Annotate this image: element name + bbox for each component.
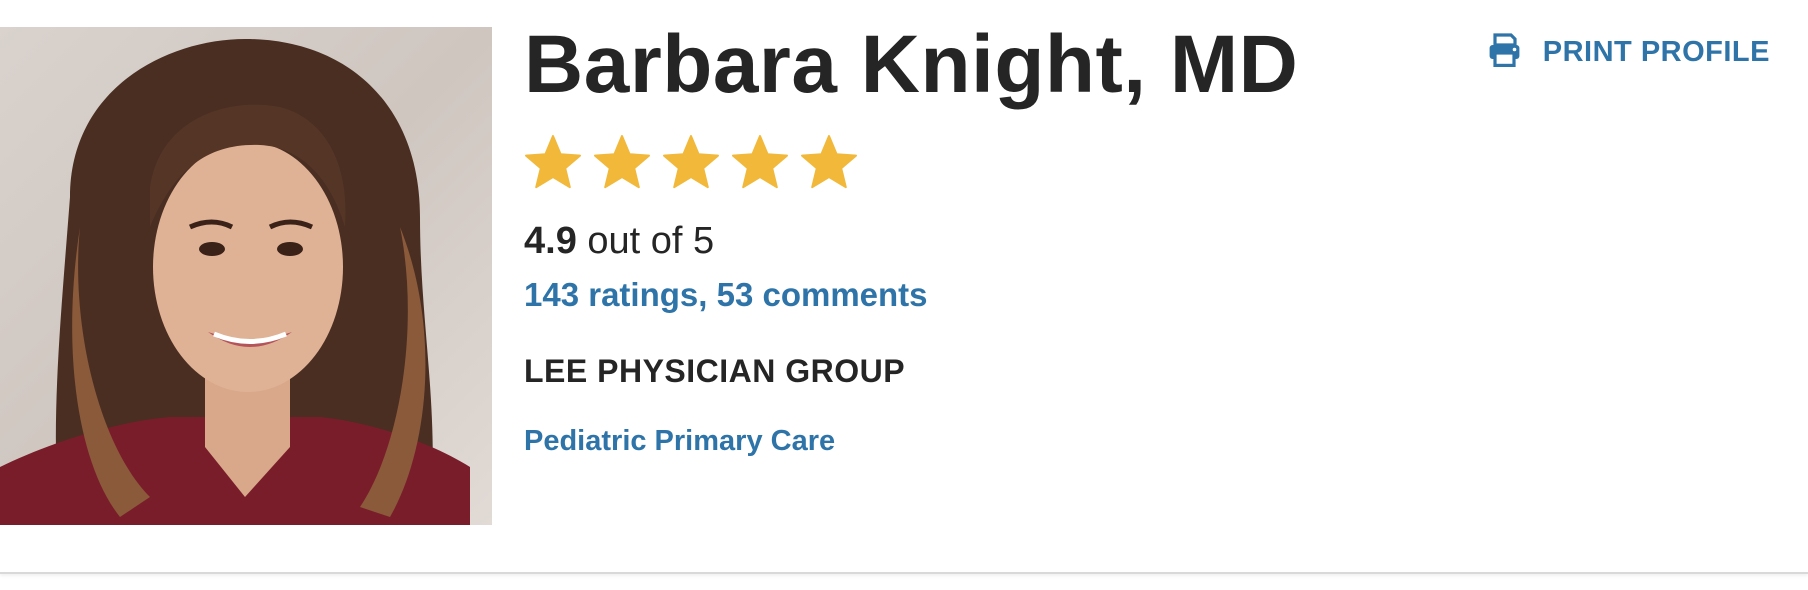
ratings-comments-link[interactable]: 143 ratings, 53 comments — [524, 276, 928, 314]
provider-profile-card: Barbara Knight, MD PRINT PROFILE 4.9 out… — [0, 0, 1808, 574]
provider-name: Barbara Knight, MD — [524, 19, 1299, 110]
star-icon — [732, 135, 788, 189]
rating-summary: 4.9 out of 5 — [524, 220, 714, 263]
physician-group: LEE PHYSICIAN GROUP — [524, 353, 906, 389]
provider-portrait-illustration — [0, 38, 470, 525]
provider-photo — [0, 27, 492, 525]
star-icon — [525, 135, 581, 189]
specialty-link[interactable]: Pediatric Primary Care — [524, 425, 835, 458]
star-rating — [522, 133, 860, 191]
star-icon — [801, 135, 857, 189]
star-icon — [663, 135, 719, 189]
rating-out-of: out of 5 — [576, 220, 715, 262]
print-profile-label: PRINT PROFILE — [1542, 36, 1770, 68]
star-icon — [594, 135, 650, 189]
printer-icon — [1488, 33, 1521, 72]
print-profile-button[interactable]: PRINT PROFILE — [1488, 33, 1770, 72]
rating-score: 4.9 — [524, 220, 577, 262]
